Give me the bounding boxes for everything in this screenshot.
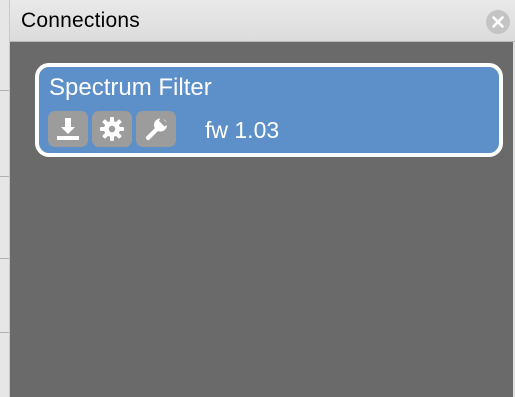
left-edge-strip	[0, 0, 10, 397]
device-action-row	[48, 111, 176, 147]
download-icon	[57, 118, 79, 140]
settings-button[interactable]	[92, 111, 132, 147]
gear-icon	[100, 117, 124, 141]
connections-window: Connections Spectrum Filter fw 1.03	[0, 0, 515, 397]
download-button[interactable]	[48, 111, 88, 147]
title-bar: Connections	[10, 0, 515, 42]
tools-button[interactable]	[136, 111, 176, 147]
wrench-icon	[145, 117, 169, 141]
firmware-version: fw 1.03	[205, 117, 280, 143]
close-icon	[492, 16, 504, 28]
device-name: Spectrum Filter	[49, 74, 212, 101]
connections-panel: Spectrum Filter fw 1.03	[10, 42, 513, 397]
connection-card[interactable]: Spectrum Filter fw 1.03	[35, 63, 503, 157]
window-title: Connections	[21, 9, 140, 32]
close-button[interactable]	[486, 10, 510, 34]
